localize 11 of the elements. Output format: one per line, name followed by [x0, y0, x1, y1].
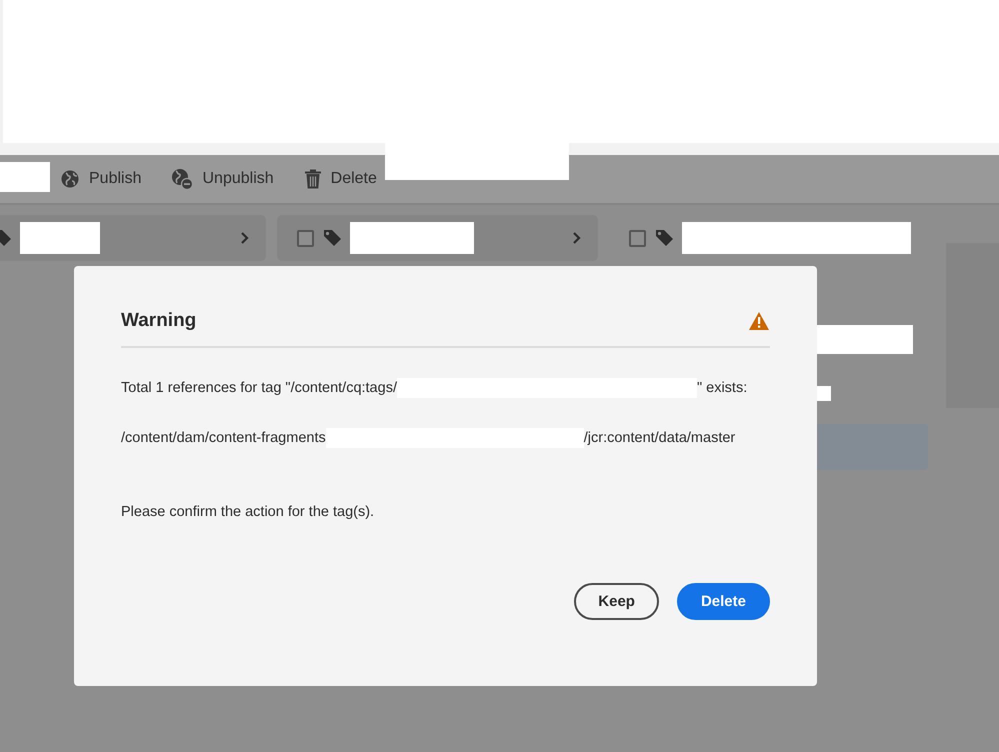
- reference-text: Total 1 references for tag "/content/cq:tags/: [121, 380, 397, 396]
- reference-text: /jcr:content/data/master: [584, 430, 736, 446]
- keep-button[interactable]: Keep: [574, 583, 659, 620]
- unpublish-button[interactable]: Unpublish: [171, 164, 274, 194]
- delete-button[interactable]: Delete: [304, 164, 377, 194]
- delete-button[interactable]: Delete: [676, 583, 770, 620]
- publish-button[interactable]: Publish: [60, 164, 142, 194]
- dialog-title: Warning: [121, 310, 196, 332]
- reference-text: " exists:: [696, 380, 748, 396]
- confirm-message: Please confirm the action for the tag(s).: [121, 504, 376, 520]
- reference-text: /content/dam/content-fragments: [121, 430, 326, 446]
